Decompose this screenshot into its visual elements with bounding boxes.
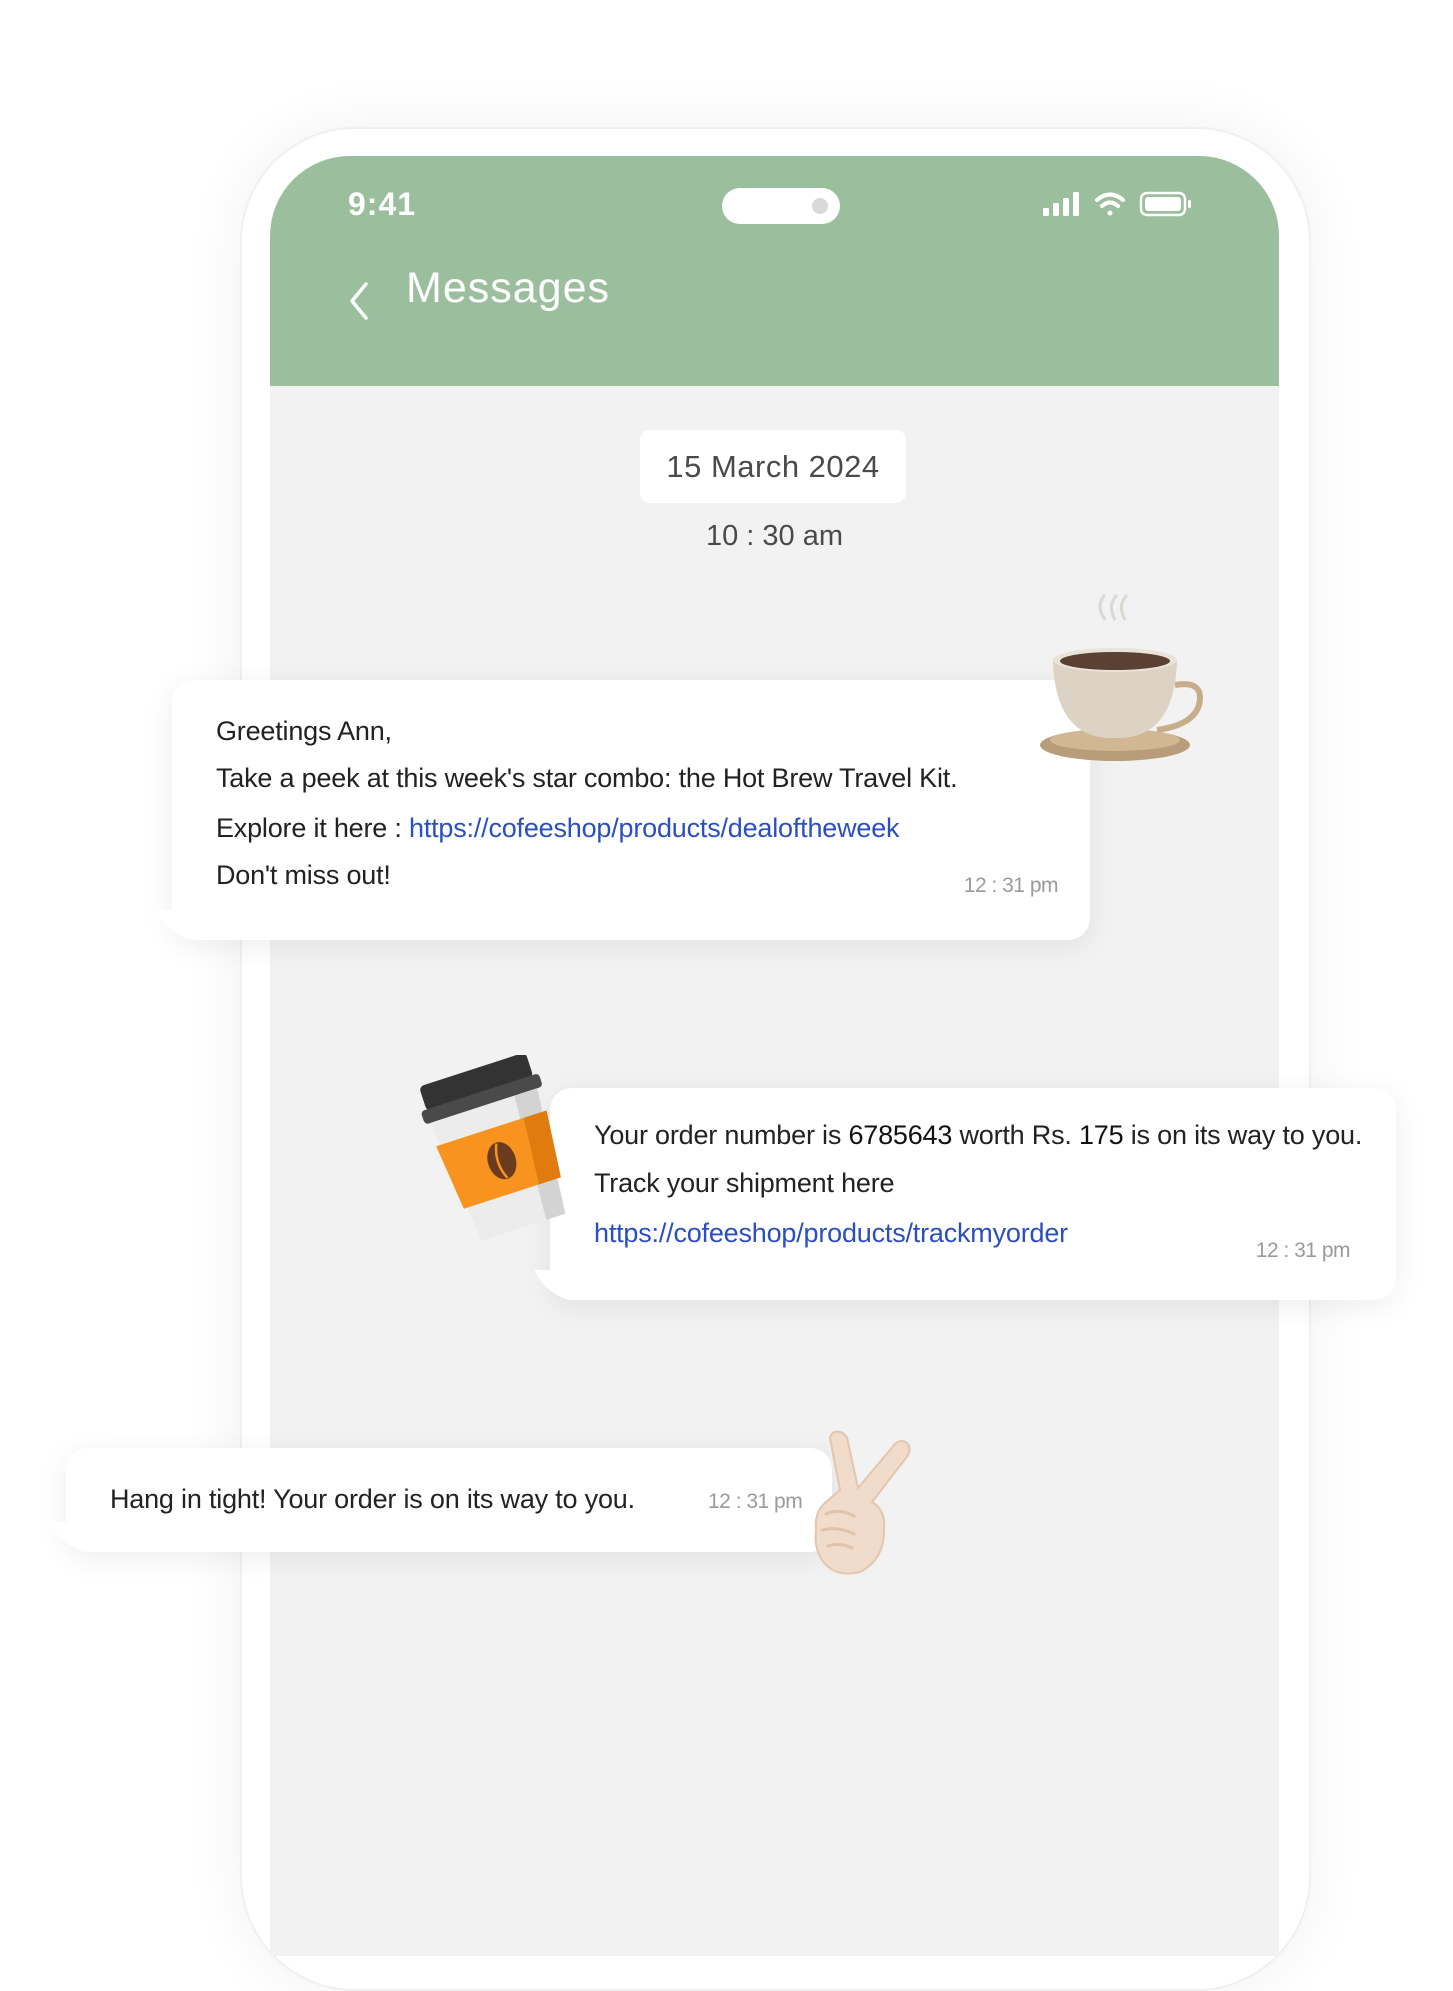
message-timestamp: 12 : 31 pm (963, 874, 1059, 897)
page-title: Messages (406, 264, 610, 312)
date-time: 10 : 30 am (705, 520, 844, 552)
bubble-tail (50, 1522, 96, 1552)
battery-icon (1139, 191, 1191, 217)
back-chevron-icon[interactable] (340, 276, 380, 326)
message-bubble-1: Greetings Ann, Take a peek at this week'… (156, 680, 1090, 940)
order-amount: 175 (1078, 1120, 1124, 1150)
message-text: Hang in tight! Your order is on its way … (110, 1484, 635, 1514)
status-icons (1043, 191, 1191, 217)
message-text: Your order number is (594, 1120, 849, 1150)
message-link-line: Explore it here : https://cofeeshop/prod… (216, 813, 900, 844)
track-order-link[interactable]: https://cofeeshop/products/trackmyorder (594, 1218, 1068, 1249)
camera-dot (812, 198, 828, 214)
message-bubble-3: Hang in tight! Your order is on its way … (50, 1448, 832, 1552)
message-greeting: Greetings Ann, (216, 716, 392, 746)
message-text: Take a peek at this week's star combo: t… (216, 763, 958, 793)
order-number: 6785643 (848, 1120, 953, 1150)
message-bubble-2: Your order number is 6785643 worth Rs. 1… (534, 1088, 1396, 1300)
message-timestamp: 12 : 31 pm (1255, 1239, 1351, 1262)
status-time: 9:41 (348, 186, 417, 222)
message-text: Track your shipment here (594, 1168, 895, 1198)
wifi-icon (1095, 192, 1125, 216)
order-message-line: Your order number is 6785643 worth Rs. 1… (594, 1120, 1362, 1151)
message-text: is on its way to you. (1123, 1120, 1363, 1150)
coffee-cup-sticker (1040, 593, 1203, 761)
date-chip: 15 March 2024 (640, 430, 906, 503)
takeaway-cup-sticker (420, 1055, 566, 1241)
deal-link[interactable]: https://cofeeshop/products/dealoftheweek (409, 813, 900, 843)
peace-hand-sticker (814, 1430, 911, 1575)
app-header: 9:41 Messages (270, 156, 1279, 386)
message-timestamp: 12 : 31 pm (708, 1490, 803, 1513)
message-text: Don't miss out! (216, 860, 391, 890)
message-link-prefix: Explore it here : (216, 813, 409, 843)
message-text: worth Rs. (952, 1120, 1079, 1150)
signal-icon (1043, 192, 1079, 216)
dynamic-island (722, 188, 840, 224)
bubble-tail (156, 910, 202, 940)
